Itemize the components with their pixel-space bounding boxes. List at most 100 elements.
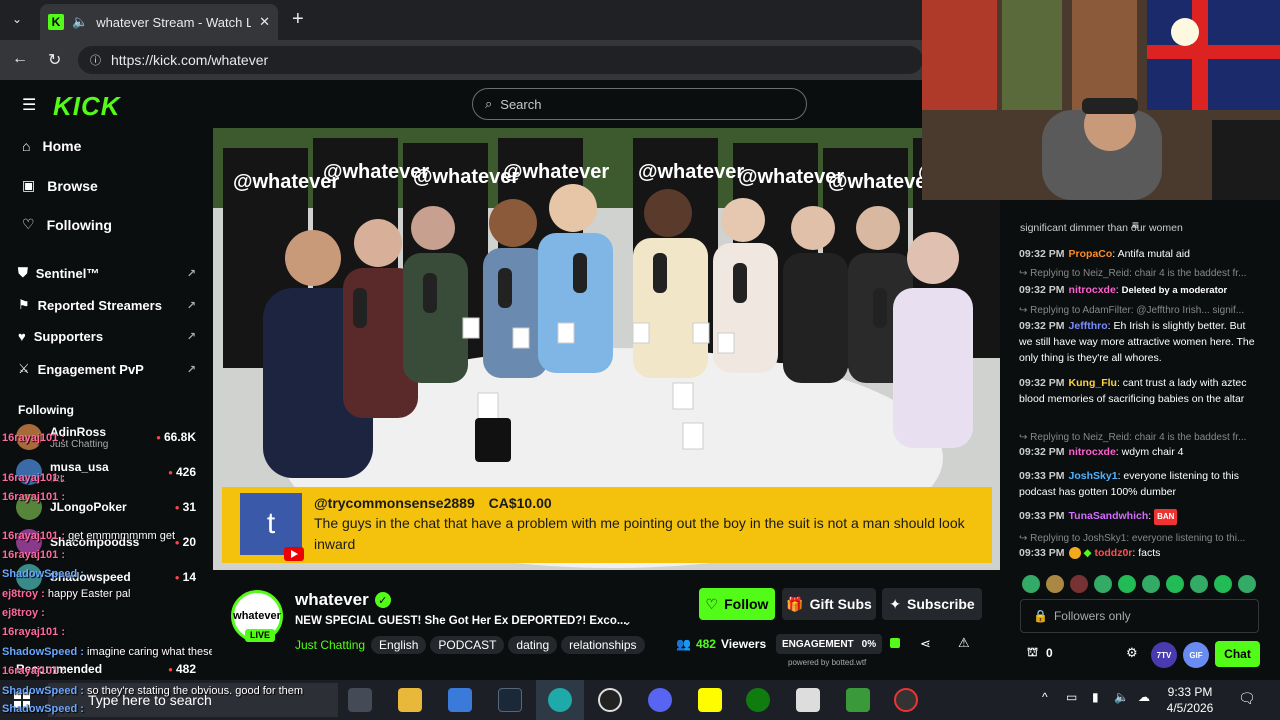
tag[interactable]: English	[371, 636, 427, 654]
sidebar-item-engagement-pvp[interactable]: ⚔ Engagement PvP ↗	[18, 361, 196, 377]
channel-points[interactable]: ⛫ 0	[1027, 645, 1053, 661]
mug	[475, 418, 511, 462]
sidebar-item-sentinel[interactable]: ⛊ Sentinel™ ↗	[18, 265, 196, 281]
youtube-icon	[284, 547, 304, 561]
file-explorer-icon[interactable]	[398, 688, 422, 712]
gift-icon: 🎁	[786, 595, 804, 612]
emote-icon[interactable]	[1022, 575, 1040, 593]
steam-icon[interactable]	[498, 688, 522, 712]
follow-button[interactable]: ♡ Follow	[699, 588, 775, 620]
browser-tab[interactable]: K 🔈 whatever Stream - Watch Live ✕	[40, 4, 278, 40]
close-tab-icon[interactable]: ✕	[259, 14, 270, 30]
volume-icon[interactable]: 🔈	[1114, 690, 1129, 704]
chat-username: TunaSandwhich	[1068, 510, 1149, 522]
url-field[interactable]: ⓘ https://kick.com/whatever	[78, 46, 923, 74]
collapse-icon[interactable]: ≡	[1132, 218, 1139, 232]
emote-icon[interactable]	[1142, 575, 1160, 593]
search-input[interactable]: ⌕ Search	[472, 88, 807, 120]
edge-icon[interactable]	[548, 688, 572, 712]
webcam-frame	[922, 0, 1280, 200]
emote-icon[interactable]	[1238, 575, 1256, 593]
discord-icon[interactable]	[648, 688, 672, 712]
tab-list-button[interactable]: ⌄	[12, 12, 22, 26]
star-icon: ✦	[889, 595, 902, 612]
emote-icon[interactable]	[1094, 575, 1112, 593]
search-icon: ⌕	[485, 96, 493, 111]
recorder-icon[interactable]	[894, 688, 918, 712]
chat-settings-gear-icon[interactable]: ⚙	[1126, 645, 1138, 661]
emote-icon[interactable]	[1070, 575, 1088, 593]
share-icon[interactable]: ⋖	[920, 636, 931, 652]
clock-date: 4/5/2026	[1166, 701, 1214, 715]
xbox-icon[interactable]	[746, 688, 770, 712]
emote-icon[interactable]	[1214, 575, 1232, 593]
tag[interactable]: relationships	[561, 636, 645, 654]
chat-input[interactable]: 🔒 Followers only	[1020, 599, 1259, 633]
webcam-overlay	[922, 0, 1280, 200]
donor-avatar-letter: t	[266, 507, 276, 540]
reload-button[interactable]: ↻	[48, 50, 61, 70]
sidebar-item-browse[interactable]: ▣ Browse	[22, 177, 98, 194]
overlay-chat-line: 16rayaj101 :	[2, 472, 65, 484]
sidebar-item-label: Engagement PvP	[37, 361, 144, 377]
obs-icon[interactable]	[598, 688, 622, 712]
engagement-badge: ENGAGEMENT 0%	[776, 634, 883, 654]
taskbar-clock[interactable]: 9:33 PM 4/5/2026	[1164, 684, 1216, 716]
chat-username: nitrocxde	[1068, 446, 1116, 458]
following-heading: Following	[18, 403, 74, 417]
chat-message: 09:32 PM Jeffthro: Eh Irish is slightly b…	[1019, 320, 1255, 364]
kick-logo[interactable]: KICK	[53, 91, 121, 122]
task-view-icon[interactable]	[348, 688, 372, 712]
system-tray-chevron-icon[interactable]: ^	[1042, 690, 1048, 704]
gif-button[interactable]: GIF	[1183, 642, 1209, 668]
donation-amount: CA$10.00	[488, 495, 552, 511]
emote-icon[interactable]	[1190, 575, 1208, 593]
tag[interactable]: dating	[508, 636, 558, 654]
app-icon[interactable]	[846, 688, 870, 712]
home-icon: ⌂	[22, 138, 31, 154]
sidebar-item-reported-streamers[interactable]: ⚑ Reported Streamers ↗	[18, 297, 196, 313]
hamburger-menu-icon[interactable]: ☰	[22, 95, 36, 115]
viewer-count: 66.8K	[156, 430, 196, 444]
url-text: https://kick.com/whatever	[111, 52, 269, 68]
overlay-chat-line: ej8troy :	[2, 607, 45, 619]
sidebar-item-supporters[interactable]: ♥ Supporters ↗	[18, 329, 196, 344]
wall-text: @whatever	[503, 161, 609, 183]
overlay-chat-line: 16rayaj101 :	[2, 432, 65, 444]
chat-send-button[interactable]: Chat	[1215, 641, 1260, 667]
viewers-label: Viewers	[720, 637, 767, 651]
store-icon[interactable]	[448, 688, 472, 712]
donation-message: The guys in the chat that have a problem…	[314, 515, 965, 552]
report-icon[interactable]: ⚠	[958, 635, 970, 651]
emote-icon[interactable]	[1046, 575, 1064, 593]
speaker-icon[interactable]: 🔈	[72, 14, 88, 30]
back-button[interactable]: ←	[12, 50, 28, 68]
notifications-icon[interactable]: 🗨	[1238, 690, 1256, 707]
new-tab-button[interactable]: +	[292, 8, 304, 31]
7tv-button[interactable]: 7TV	[1151, 642, 1177, 668]
emote-icon[interactable]	[1166, 575, 1184, 593]
donation-alert: t @trycommonsense2889 CA$10.00 The guys …	[222, 487, 992, 563]
tray-battery-icon[interactable]: ▮	[1092, 690, 1099, 704]
emote-icon[interactable]	[1118, 575, 1136, 593]
snapchat-icon[interactable]	[698, 688, 722, 712]
sidebar-item-following[interactable]: ♡ Following	[22, 216, 112, 233]
sidebar-item-home[interactable]: ⌂ Home	[22, 138, 81, 154]
gift-subs-button[interactable]: 🎁 Gift Subs	[782, 588, 876, 620]
sidebar-item-label: Following	[46, 216, 112, 233]
app-icon[interactable]	[796, 688, 820, 712]
sidebar-item-label: Home	[42, 138, 82, 154]
network-icon[interactable]: ☁	[1138, 690, 1150, 704]
category-link[interactable]: Just Chatting	[295, 638, 365, 652]
sidebar-item-label: Browse	[47, 177, 98, 194]
chat-reply-context: ↪ Replying to Neiz_Reid: chair 4 is the …	[1019, 432, 1247, 443]
chevron-down-icon[interactable]: ⌄	[622, 614, 632, 628]
subscribe-button[interactable]: ✦ Subscribe	[882, 588, 982, 620]
search-placeholder: Search	[500, 96, 542, 112]
tab-title: whatever Stream - Watch Live	[96, 14, 252, 30]
tag[interactable]: PODCAST	[430, 636, 505, 654]
viewer-count-row: 👥 482 Viewers	[676, 637, 766, 651]
site-info-icon[interactable]: ⓘ	[90, 52, 101, 68]
tray-device-icon[interactable]: ▭	[1066, 690, 1077, 704]
channel-name[interactable]: whatever	[295, 590, 369, 610]
